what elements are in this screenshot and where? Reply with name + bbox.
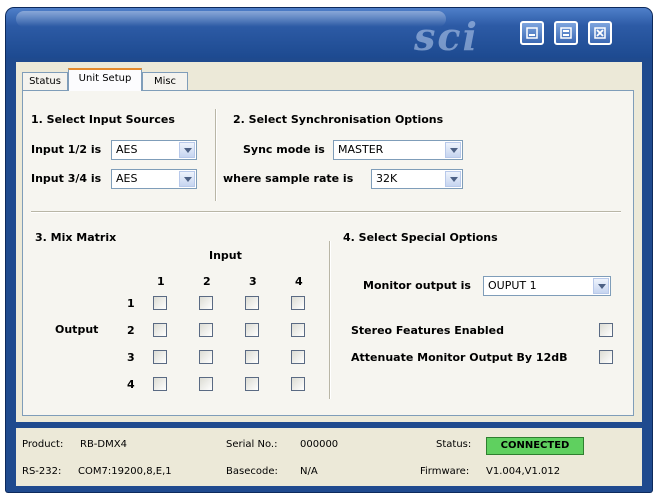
matrix-checkbox-r4-c2[interactable] bbox=[199, 377, 213, 391]
matrix-checkbox-r3-c2[interactable] bbox=[199, 350, 213, 364]
close-icon bbox=[594, 27, 606, 39]
sync-mode-select[interactable]: MASTER bbox=[333, 140, 463, 160]
section-divider-bottom bbox=[329, 241, 330, 399]
stereo-features-checkbox[interactable] bbox=[599, 323, 613, 337]
matrix-row-2: 2 bbox=[127, 324, 135, 337]
matrix-checkbox-r2-c3[interactable] bbox=[245, 323, 259, 337]
matrix-row-3: 3 bbox=[127, 351, 135, 364]
matrix-checkbox-r3-c1[interactable] bbox=[153, 350, 167, 364]
product-label: Product: bbox=[22, 439, 64, 450]
matrix-checkbox-r4-c4[interactable] bbox=[291, 377, 305, 391]
attenuate-monitor-checkbox[interactable] bbox=[599, 350, 613, 364]
matrix-output-label: Output bbox=[55, 323, 99, 336]
firmware-label: Firmware: bbox=[420, 466, 470, 477]
matrix-checkbox-r1-c2[interactable] bbox=[199, 296, 213, 310]
main-panel: Status Unit Setup Misc 1. Select Input S… bbox=[16, 62, 642, 422]
input12-label: Input 1/2 is bbox=[31, 143, 102, 156]
section-divider-middle bbox=[31, 211, 621, 212]
serial-value: 000000 bbox=[300, 439, 339, 450]
input12-select[interactable]: AES bbox=[111, 140, 197, 160]
matrix-checkbox-r3-c4[interactable] bbox=[291, 350, 305, 364]
stereo-features-label: Stereo Features Enabled bbox=[351, 324, 504, 337]
matrix-checkbox-r3-c3[interactable] bbox=[245, 350, 259, 364]
matrix-col-3: 3 bbox=[249, 275, 257, 288]
matrix-checkbox-r4-c1[interactable] bbox=[153, 377, 167, 391]
sci-logo: sci bbox=[414, 14, 479, 59]
title-bar[interactable]: sci bbox=[6, 8, 652, 59]
section-divider-top bbox=[215, 109, 216, 201]
monitor-output-label: Monitor output is bbox=[363, 279, 471, 292]
matrix-checkbox-r1-c3[interactable] bbox=[245, 296, 259, 310]
tab-status[interactable]: Status bbox=[22, 72, 68, 90]
restore-icon bbox=[560, 27, 572, 39]
matrix-checkbox-r2-c2[interactable] bbox=[199, 323, 213, 337]
section2-title: 2. Select Synchronisation Options bbox=[233, 113, 444, 126]
minimize-button[interactable] bbox=[520, 21, 544, 45]
monitor-output-value: OUPUT 1 bbox=[488, 279, 537, 292]
tab-unit-setup[interactable]: Unit Setup bbox=[68, 68, 142, 91]
matrix-col-4: 4 bbox=[295, 275, 303, 288]
matrix-col-1: 1 bbox=[157, 275, 165, 288]
status-label: Status: bbox=[436, 439, 472, 450]
matrix-col-2: 2 bbox=[203, 275, 211, 288]
sync-mode-label: Sync mode is bbox=[243, 143, 325, 156]
minimize-icon bbox=[526, 27, 538, 39]
matrix-checkbox-r2-c1[interactable] bbox=[153, 323, 167, 337]
input34-label: Input 3/4 is bbox=[31, 172, 102, 185]
matrix-checkbox-r4-c3[interactable] bbox=[245, 377, 259, 391]
status-bar: Product: RB-DMX4 Serial No.: 000000 Stat… bbox=[16, 428, 642, 486]
connection-status-badge: CONNECTED bbox=[486, 437, 584, 455]
section3-title: 3. Mix Matrix bbox=[35, 231, 117, 244]
section1-title: 1. Select Input Sources bbox=[31, 113, 175, 126]
matrix-row-4: 4 bbox=[127, 378, 135, 391]
sync-mode-value: MASTER bbox=[338, 143, 384, 156]
basecode-label: Basecode: bbox=[226, 466, 278, 477]
sample-rate-value: 32K bbox=[376, 172, 398, 185]
input34-select[interactable]: AES bbox=[111, 169, 197, 189]
sample-rate-select[interactable]: 32K bbox=[371, 169, 463, 189]
restore-button[interactable] bbox=[554, 21, 578, 45]
chevron-down-icon[interactable] bbox=[445, 142, 461, 158]
attenuate-monitor-label: Attenuate Monitor Output By 12dB bbox=[351, 351, 568, 364]
firmware-value: V1.004,V1.012 bbox=[486, 466, 561, 477]
input12-value: AES bbox=[116, 143, 138, 156]
basecode-value: N/A bbox=[300, 466, 318, 477]
close-button[interactable] bbox=[588, 21, 612, 45]
chevron-down-icon[interactable] bbox=[179, 171, 195, 187]
sample-rate-label: where sample rate is bbox=[223, 172, 354, 185]
title-gloss bbox=[16, 11, 446, 27]
unit-setup-page: 1. Select Input Sources Input 1/2 is AES… bbox=[22, 90, 634, 416]
rs232-label: RS-232: bbox=[22, 466, 62, 477]
rs232-value: COM7:19200,8,E,1 bbox=[78, 466, 172, 477]
matrix-input-label: Input bbox=[209, 249, 242, 262]
matrix-checkbox-r1-c1[interactable] bbox=[153, 296, 167, 310]
section4-title: 4. Select Special Options bbox=[343, 231, 498, 244]
chevron-down-icon[interactable] bbox=[445, 171, 461, 187]
serial-label: Serial No.: bbox=[226, 439, 278, 450]
tab-misc[interactable]: Misc bbox=[142, 72, 188, 90]
matrix-row-1: 1 bbox=[127, 297, 135, 310]
chevron-down-icon[interactable] bbox=[593, 278, 609, 294]
monitor-output-select[interactable]: OUPUT 1 bbox=[483, 276, 611, 296]
matrix-checkbox-r2-c4[interactable] bbox=[291, 323, 305, 337]
chevron-down-icon[interactable] bbox=[179, 142, 195, 158]
product-value: RB-DMX4 bbox=[80, 439, 127, 450]
input34-value: AES bbox=[116, 172, 138, 185]
app-window: sci Status Unit Setup Misc 1. Select Inp… bbox=[6, 8, 652, 492]
matrix-checkbox-r1-c4[interactable] bbox=[291, 296, 305, 310]
